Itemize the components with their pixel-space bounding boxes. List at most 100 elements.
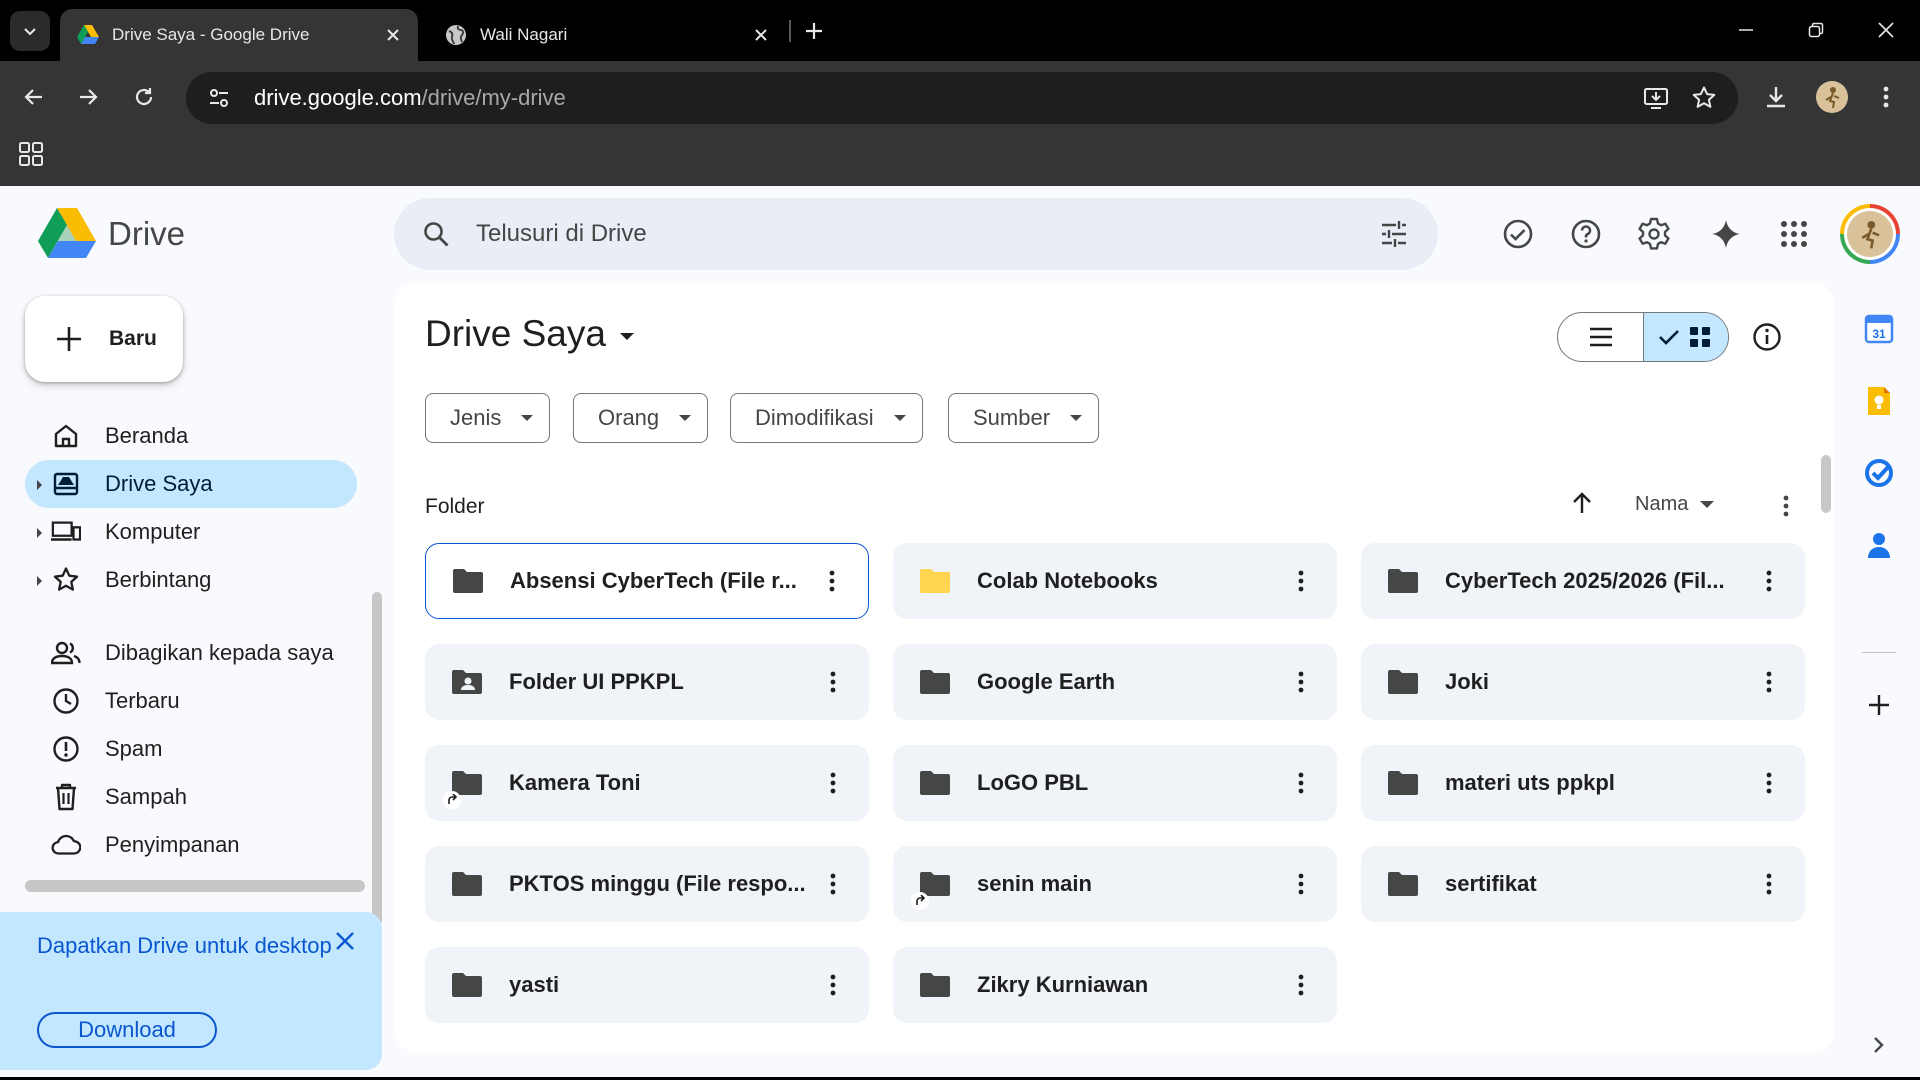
- gemini-button[interactable]: [1704, 212, 1748, 256]
- folder-card[interactable]: PKTOS minggu (File respo...: [425, 846, 869, 922]
- new-tab-button[interactable]: [796, 13, 832, 49]
- close-tab-icon[interactable]: [750, 24, 772, 46]
- tasks-app-button[interactable]: [1860, 454, 1898, 492]
- sort-by-button[interactable]: Nama: [1635, 493, 1715, 516]
- details-button[interactable]: [1747, 317, 1787, 357]
- folder-card[interactable]: LoGO PBL: [893, 745, 1337, 821]
- folder-card[interactable]: Kamera Toni: [425, 745, 869, 821]
- folder-card[interactable]: materi uts ppkpl: [1361, 745, 1805, 821]
- folder-icon: [1385, 563, 1421, 599]
- sidebar-item-dibagikan[interactable]: Dibagikan kepada saya: [25, 629, 357, 677]
- folder-more-button[interactable]: [1283, 864, 1319, 904]
- support-button[interactable]: [1564, 212, 1608, 256]
- folder-card[interactable]: Colab Notebooks: [893, 543, 1337, 619]
- sidebar-item-berbintang[interactable]: Berbintang: [25, 556, 357, 604]
- browser-tab-wali-nagari[interactable]: Wali Nagari: [428, 9, 786, 61]
- expand-caret-icon[interactable]: [37, 576, 42, 586]
- sidebar-item-label: Beranda: [105, 423, 189, 448]
- calendar-app-button[interactable]: 31: [1860, 310, 1898, 348]
- account-button[interactable]: [1840, 204, 1900, 264]
- folder-more-button[interactable]: [815, 763, 851, 803]
- folder-more-button[interactable]: [1751, 561, 1787, 601]
- new-button[interactable]: Baru: [25, 296, 183, 382]
- search-icon[interactable]: [416, 214, 456, 254]
- close-tab-icon[interactable]: [382, 24, 404, 46]
- keep-app-button[interactable]: [1860, 382, 1898, 420]
- close-window-button[interactable]: [1856, 10, 1916, 50]
- search-bar[interactable]: Telusuri di Drive: [394, 198, 1438, 270]
- apps-shortcut-icon[interactable]: [18, 141, 44, 167]
- expand-caret-icon[interactable]: [37, 528, 42, 538]
- folder-more-button[interactable]: [1283, 763, 1319, 803]
- expand-side-panel-button[interactable]: [1860, 1026, 1898, 1064]
- arrow-left-icon: [24, 89, 42, 105]
- folder-more-button[interactable]: [815, 662, 851, 702]
- folder-card[interactable]: senin main: [893, 846, 1337, 922]
- restore-button[interactable]: [1786, 10, 1846, 50]
- search-options-button[interactable]: [1374, 214, 1414, 254]
- folder-more-button[interactable]: [815, 864, 851, 904]
- sidebar-scrollbar[interactable]: [372, 592, 382, 926]
- browser-menu-button[interactable]: [1866, 77, 1906, 117]
- folder-more-button[interactable]: [1751, 763, 1787, 803]
- search-input[interactable]: Telusuri di Drive: [476, 220, 1374, 248]
- profile-button[interactable]: [1812, 77, 1852, 117]
- folder-more-button[interactable]: [1751, 662, 1787, 702]
- google-apps-button[interactable]: [1772, 212, 1816, 256]
- sidebar-item-beranda[interactable]: Beranda: [25, 412, 357, 460]
- back-button[interactable]: [14, 77, 54, 117]
- downloads-button[interactable]: [1756, 77, 1796, 117]
- sidebar-item-penyimpanan[interactable]: Penyimpanan: [25, 821, 357, 869]
- download-button[interactable]: Download: [37, 1012, 217, 1048]
- folder-card[interactable]: Zikry Kurniawan: [893, 947, 1337, 1023]
- sidebar-item-komputer[interactable]: Komputer: [25, 508, 357, 556]
- reload-button[interactable]: [124, 77, 164, 117]
- filter-label: Jenis: [450, 405, 502, 430]
- filter-sumber[interactable]: Sumber: [948, 393, 1100, 443]
- folder-section-more-button[interactable]: [1771, 488, 1801, 524]
- grid-view-button[interactable]: [1643, 313, 1728, 361]
- offline-ready-button[interactable]: [1496, 212, 1540, 256]
- tab-search-dropdown[interactable]: [10, 11, 50, 51]
- folder-card[interactable]: sertifikat: [1361, 846, 1805, 922]
- info-icon: [1753, 323, 1781, 351]
- folder-card[interactable]: CyberTech 2025/2026 (Fil...: [1361, 543, 1805, 619]
- sort-direction-button[interactable]: [1564, 485, 1600, 521]
- bookmark-star-button[interactable]: [1686, 80, 1722, 116]
- folder-card[interactable]: Google Earth: [893, 644, 1337, 720]
- list-view-button[interactable]: [1558, 313, 1643, 361]
- settings-button[interactable]: [1632, 212, 1676, 256]
- sidebar-item-terbaru[interactable]: Terbaru: [25, 677, 357, 725]
- folder-more-button[interactable]: [1751, 864, 1787, 904]
- folder-more-button[interactable]: [1283, 561, 1319, 601]
- main-scrollbar[interactable]: [1821, 455, 1831, 513]
- expand-caret-icon[interactable]: [37, 480, 42, 490]
- site-settings-icon[interactable]: [194, 73, 244, 123]
- get-addons-button[interactable]: [1860, 686, 1898, 724]
- sidebar-horizontal-scrollbar[interactable]: [25, 880, 365, 892]
- folder-card[interactable]: yasti: [425, 947, 869, 1023]
- folder-card[interactable]: Joki: [1361, 644, 1805, 720]
- sidebar-item-sampah[interactable]: Sampah: [25, 773, 357, 821]
- install-app-button[interactable]: [1638, 80, 1674, 116]
- forward-button[interactable]: [68, 77, 108, 117]
- filter-jenis[interactable]: Jenis: [425, 393, 551, 443]
- folder-card[interactable]: Absensi CyberTech (File r...: [425, 543, 869, 619]
- browser-tab-drive[interactable]: Drive Saya - Google Drive: [60, 9, 418, 61]
- folder-more-button[interactable]: [815, 965, 851, 1005]
- filter-dimodifikasi[interactable]: Dimodifikasi: [730, 393, 923, 443]
- folder-card[interactable]: Folder UI PPKPL: [425, 644, 869, 720]
- page-title-menu[interactable]: Drive Saya: [425, 313, 634, 355]
- folder-more-button[interactable]: [1283, 965, 1319, 1005]
- folder-more-button[interactable]: [814, 561, 850, 601]
- folder-more-button[interactable]: [1283, 662, 1319, 702]
- address-bar[interactable]: drive.google.com/drive/my-drive: [186, 72, 1738, 124]
- sidebar-item-spam[interactable]: Spam: [25, 725, 357, 773]
- contacts-app-button[interactable]: [1860, 526, 1898, 564]
- close-promo-button[interactable]: [330, 926, 360, 956]
- drive-logo[interactable]: Drive: [38, 208, 185, 260]
- sort-label: Nama: [1635, 493, 1689, 515]
- minimize-button[interactable]: [1716, 10, 1776, 50]
- sidebar-item-drive-saya[interactable]: Drive Saya: [25, 460, 357, 508]
- filter-orang[interactable]: Orang: [573, 393, 709, 443]
